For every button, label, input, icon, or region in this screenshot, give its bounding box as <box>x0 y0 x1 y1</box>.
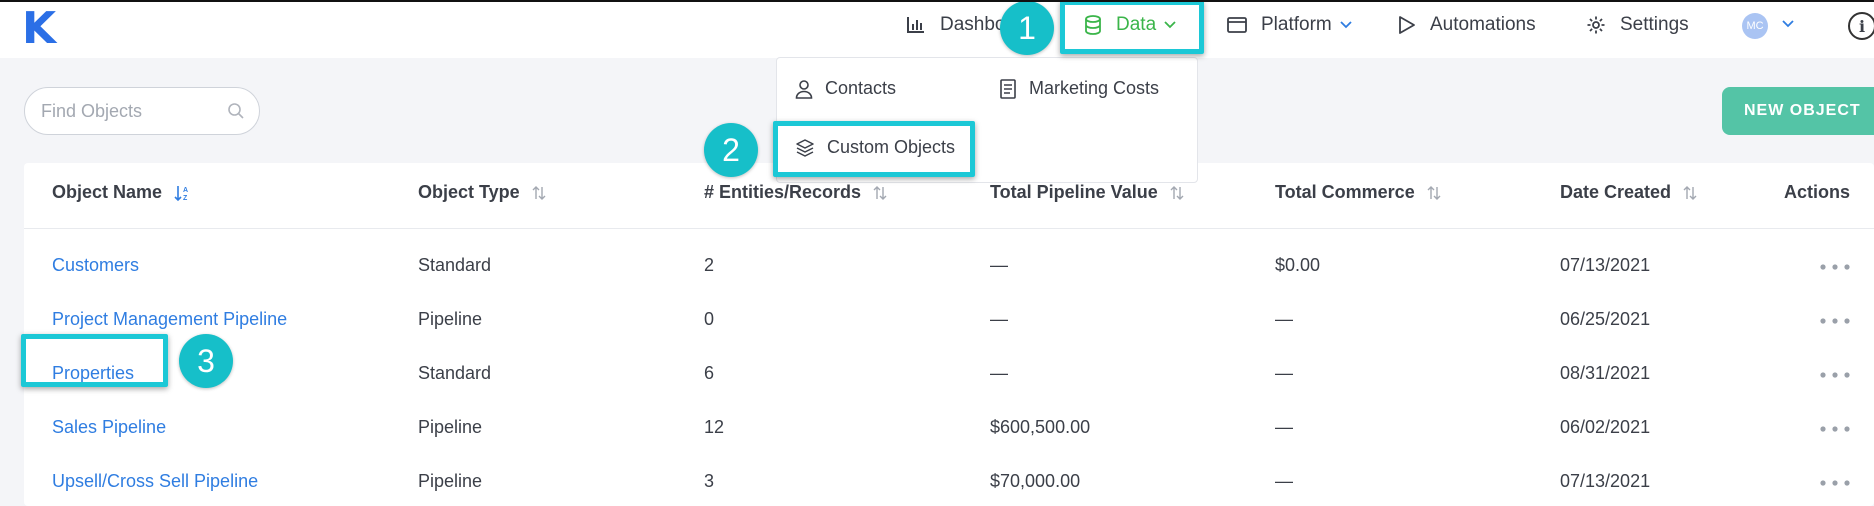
column-header-label: Total Commerce <box>1275 182 1415 202</box>
object-type-cell: Pipeline <box>418 471 483 491</box>
play-icon <box>1399 16 1415 34</box>
sort-icon <box>532 185 546 200</box>
table-row: Customers Standard 2 — $0.00 07/13/2021 <box>0 240 1874 294</box>
object-type-cell: Pipeline <box>418 417 483 437</box>
object-name-link[interactable]: Project Management Pipeline <box>52 309 287 330</box>
chevron-down-icon <box>1340 21 1352 29</box>
nav-settings-label: Settings <box>1620 14 1689 35</box>
sort-az-icon: AZ <box>174 185 188 202</box>
avatar[interactable]: MC <box>1742 13 1768 39</box>
bar-chart-icon <box>907 17 924 33</box>
receipt-icon <box>1000 78 1016 99</box>
entities-cell: 3 <box>704 471 715 491</box>
sort-icon <box>1683 185 1697 200</box>
commerce-cell: — <box>1275 417 1293 437</box>
column-header-object-name[interactable]: Object Name AZ <box>52 182 190 203</box>
table-row: Sales Pipeline Pipeline 12 $600,500.00 —… <box>0 402 1874 456</box>
dropdown-item-marketing-costs[interactable]: Marketing Costs <box>999 78 1159 99</box>
date-cell: 06/25/2021 <box>1560 309 1651 329</box>
pipeline-value-cell: — <box>990 309 1008 329</box>
gear-icon <box>1587 16 1605 34</box>
column-header-label: # Entities/Records <box>704 182 862 202</box>
person-icon <box>795 79 813 99</box>
pipeline-value-cell: $600,500.00 <box>990 417 1091 437</box>
dropdown-item-contacts[interactable]: Contacts <box>795 78 896 99</box>
object-type-cell: Pipeline <box>418 309 483 329</box>
dropdown-item-label: Marketing Costs <box>1029 78 1160 98</box>
entities-cell: 2 <box>704 255 715 275</box>
object-type-cell: Standard <box>418 363 492 383</box>
highlight-custom-objects <box>773 121 975 177</box>
step-badge-1: 1 <box>1000 1 1054 55</box>
info-icon[interactable]: i <box>1848 12 1874 40</box>
sort-icon <box>1427 185 1441 200</box>
pipeline-value-cell: — <box>990 363 1008 383</box>
column-header-label: Total Pipeline Value <box>990 182 1158 202</box>
commerce-cell: — <box>1275 363 1293 383</box>
object-name-link[interactable]: Customers <box>52 255 139 276</box>
window-icon <box>1227 17 1247 33</box>
object-name-link[interactable]: Upsell/Cross Sell Pipeline <box>52 471 258 492</box>
column-header-actions: Actions <box>1784 182 1850 203</box>
nav-platform-label: Platform <box>1261 14 1332 35</box>
search-input[interactable]: Find Objects <box>24 87 260 135</box>
date-cell: 06/02/2021 <box>1560 417 1651 437</box>
date-cell: 07/13/2021 <box>1560 471 1651 491</box>
column-header-date-created[interactable]: Date Created <box>1560 182 1697 203</box>
column-header-pipeline-value[interactable]: Total Pipeline Value <box>990 182 1184 203</box>
window-top-border <box>0 0 1874 2</box>
more-actions-icon[interactable] <box>1820 318 1850 324</box>
date-cell: 08/31/2021 <box>1560 363 1651 383</box>
more-actions-icon[interactable] <box>1820 372 1850 378</box>
highlight-data-nav <box>1060 0 1204 54</box>
header-divider <box>24 228 1874 229</box>
entities-cell: 6 <box>704 363 715 383</box>
object-type-cell: Standard <box>418 255 492 275</box>
table-row: Upsell/Cross Sell Pipeline Pipeline 3 $7… <box>0 456 1874 506</box>
step-badge-2: 2 <box>704 123 758 177</box>
column-header-commerce[interactable]: Total Commerce <box>1275 182 1441 203</box>
entities-cell: 12 <box>704 417 725 437</box>
column-header-label: Actions <box>1784 182 1851 202</box>
commerce-cell: — <box>1275 471 1293 491</box>
table-row: Properties Standard 6 — — 08/31/2021 <box>0 348 1874 402</box>
object-name-link[interactable]: Sales Pipeline <box>52 417 166 438</box>
commerce-cell: $0.00 <box>1275 255 1321 275</box>
highlight-properties <box>21 334 168 387</box>
column-header-object-type[interactable]: Object Type <box>418 182 546 203</box>
column-header-label: Object Name <box>52 182 163 202</box>
svg-text:A: A <box>183 187 188 194</box>
more-actions-icon[interactable] <box>1820 264 1850 270</box>
column-header-label: Date Created <box>1560 182 1672 202</box>
search-placeholder: Find Objects <box>41 100 143 121</box>
pipeline-value-cell: $70,000.00 <box>990 471 1081 491</box>
nav-platform[interactable]: Platform <box>1227 12 1366 38</box>
more-actions-icon[interactable] <box>1820 426 1850 432</box>
column-header-entities[interactable]: # Entities/Records <box>704 182 887 203</box>
search-icon <box>228 103 244 119</box>
new-object-button[interactable]: NEW OBJECT <box>1722 87 1874 135</box>
entities-cell: 0 <box>704 309 715 329</box>
commerce-cell: — <box>1275 309 1293 329</box>
svg-text:Z: Z <box>183 195 188 202</box>
table-row: Project Management Pipeline Pipeline 0 —… <box>0 294 1874 348</box>
chevron-down-icon[interactable] <box>1782 20 1794 28</box>
pipeline-value-cell: — <box>990 255 1008 275</box>
column-header-label: Object Type <box>418 182 520 202</box>
nav-automations[interactable]: Automations <box>1398 12 1536 38</box>
more-actions-icon[interactable] <box>1820 480 1850 486</box>
nav-settings[interactable]: Settings <box>1586 12 1689 38</box>
date-cell: 07/13/2021 <box>1560 255 1651 275</box>
sort-icon <box>873 185 887 200</box>
app-logo[interactable]: K <box>22 4 56 54</box>
dropdown-item-label: Contacts <box>825 78 897 98</box>
sort-icon <box>1170 185 1184 200</box>
step-badge-3: 3 <box>179 334 233 388</box>
nav-automations-label: Automations <box>1430 14 1536 35</box>
